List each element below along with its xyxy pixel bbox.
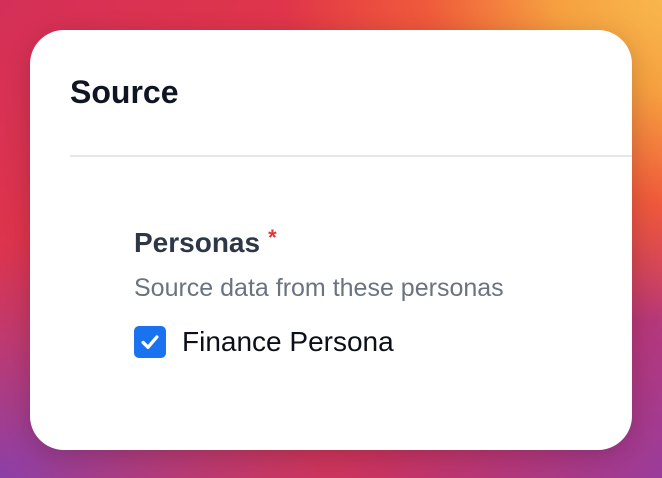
personas-field: Personas * Source data from these person… (134, 226, 504, 359)
card-title: Source (70, 74, 179, 110)
option-label: Finance Persona (182, 326, 394, 357)
divider (70, 155, 632, 157)
field-label: Personas (134, 227, 261, 258)
checkmark-icon (141, 335, 159, 349)
option-finance-persona[interactable]: Finance Persona (134, 325, 504, 359)
field-label-row: Personas * (134, 226, 504, 260)
source-card: Source Personas * Source data from these… (30, 30, 632, 450)
required-asterisk: * (268, 225, 277, 250)
field-help-text: Source data from these personas (134, 274, 504, 302)
finance-persona-checkbox[interactable] (134, 326, 166, 358)
